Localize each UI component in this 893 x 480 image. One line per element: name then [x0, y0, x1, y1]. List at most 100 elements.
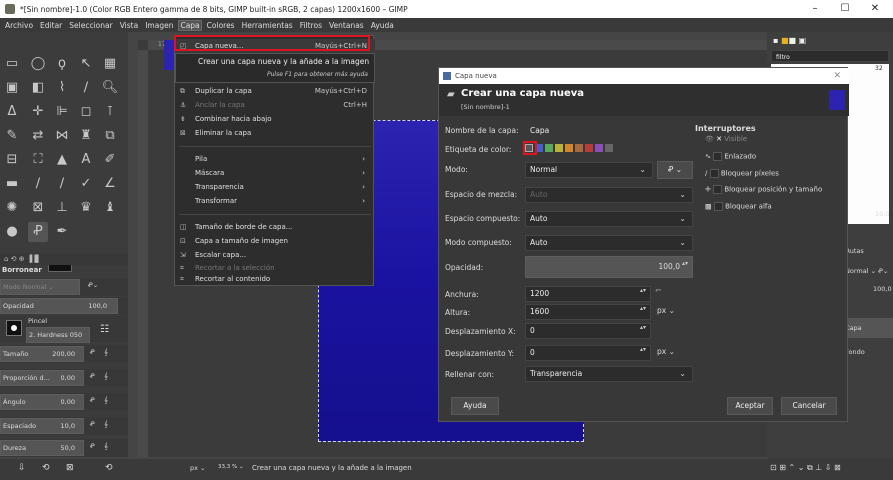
lock-pixels-switch[interactable]: ∕ Bloquear píxeles	[705, 169, 779, 178]
minimize-button[interactable]: –	[800, 0, 830, 18]
opacity-slider[interactable]: Opacidad 100,0	[0, 298, 118, 314]
heal-tool-icon[interactable]: ✺	[2, 198, 22, 218]
size-slider[interactable]: Tamaño 200,00	[0, 346, 84, 362]
reset-icon[interactable]: ⟲	[105, 463, 113, 473]
height-input[interactable]: 1600 ▴▾	[525, 304, 651, 320]
ellipse-select-icon[interactable]: ◯	[28, 54, 48, 74]
menu-item-transformar[interactable]: Transformar ›	[175, 194, 375, 208]
airbrush-icon[interactable]: ∕	[28, 174, 48, 194]
move-tool-icon[interactable]: ✛	[28, 102, 48, 122]
blend-space-select[interactable]: Auto ⌄	[525, 187, 693, 203]
visible-switch[interactable]: 👁︎ ✕ Visible	[705, 135, 747, 143]
menu-ventanas[interactable]: Ventanas	[328, 21, 365, 30]
width-input[interactable]: 1200 ▴▾	[525, 286, 651, 302]
size-reset-icon[interactable]: Ꝓ	[90, 348, 95, 356]
color-tag-violet[interactable]	[595, 143, 603, 152]
close-button[interactable]: ✕	[860, 0, 890, 18]
crop-tool-icon[interactable]: ▣	[2, 78, 22, 98]
color-tag-green[interactable]	[545, 143, 553, 152]
perspective-clone-icon[interactable]: ⊠	[28, 198, 48, 218]
handle-transform-icon[interactable]: ⛶	[28, 150, 48, 170]
menu-item-pila[interactable]: Pila ›	[175, 152, 375, 166]
size-link-icon[interactable]: 𝄞	[104, 348, 108, 357]
mypaint-brush-icon[interactable]: ✓	[76, 174, 96, 194]
mode-switch-button[interactable]: Ꝓ ⌄	[657, 161, 693, 179]
dodge-burn-icon[interactable]: ♛	[76, 198, 96, 218]
unit-select[interactable]: px ⌄	[190, 464, 206, 472]
color-tag-brown[interactable]	[575, 143, 583, 152]
maximize-button[interactable]: ☐	[830, 0, 860, 18]
menu-capa[interactable]: Capa	[178, 19, 202, 31]
composite-mode-select[interactable]: Auto ⌄	[525, 235, 693, 251]
layer-mode-field[interactable]: Normal ⌄ Ꝓ⌄	[845, 267, 888, 275]
offset-y-input[interactable]: 0 ▴▾	[525, 345, 651, 361]
color-select-icon[interactable]: ▦	[100, 54, 120, 74]
offset-x-input[interactable]: 0 ▴▾	[525, 323, 651, 339]
flip-tool-icon[interactable]: ⇄	[28, 126, 48, 146]
clear-icon[interactable]: ⊠	[66, 463, 74, 473]
aspect-slider[interactable]: Proporción d... 0,00	[0, 370, 84, 386]
blur-tool-icon[interactable]: ♝	[100, 198, 120, 218]
layer-actions[interactable]: ⊡ ⊞ ⌃ ⌄ ⧉ ⊥ ⇩ ⊠	[770, 463, 841, 473]
chain-link-icon[interactable]: ⌐	[655, 286, 662, 295]
linked-switch[interactable]: ∿ Enlazado	[705, 152, 756, 161]
offset-unit-select[interactable]: px ⌄	[657, 347, 675, 356]
hardness-slider[interactable]: Dureza 50,0	[0, 440, 84, 456]
brush-filter-input[interactable]: filtro	[771, 50, 889, 62]
angle-slider[interactable]: Ángulo 0,00	[0, 394, 84, 410]
menu-item-combinar[interactable]: ⇟ Combinar hacia abajo	[175, 112, 375, 126]
menu-ayuda[interactable]: Ayuda	[370, 21, 395, 30]
brush-edit-icon[interactable]: ☷	[100, 324, 109, 335]
redo-icon[interactable]: ⟲	[42, 463, 50, 473]
fuzzy-select-icon[interactable]: ↖	[76, 54, 96, 74]
help-button[interactable]: Ayuda	[451, 397, 499, 415]
pencil-icon[interactable]: ▬	[2, 174, 22, 194]
measure-tool-icon[interactable]: Δ	[2, 102, 22, 122]
hardness-link-icon[interactable]: 𝄞	[104, 442, 108, 451]
free-select-icon[interactable]: ϙ	[52, 54, 72, 74]
menu-item-duplicar[interactable]: ⧉ Duplicar la capa Mayús+Ctrl+D	[175, 84, 375, 98]
menu-colores[interactable]: Colores	[206, 21, 236, 30]
opacity-slider[interactable]: 100,0 ▴▾	[525, 256, 693, 278]
aspect-link-icon[interactable]: 𝄞	[104, 372, 108, 381]
spacing-reset-icon[interactable]: Ꝓ	[90, 420, 95, 428]
transform-3d-icon[interactable]: ⊟	[2, 150, 22, 170]
menu-filtros[interactable]: Filtros	[299, 21, 323, 30]
align-tool-icon[interactable]: ⊫	[52, 102, 72, 122]
menu-seleccionar[interactable]: Seleccionar	[68, 21, 113, 30]
smudge-active-icon[interactable]: Ꝓ	[28, 222, 48, 242]
menu-vista[interactable]: Vista	[119, 21, 140, 30]
layer-name-input[interactable]: Capa	[525, 123, 695, 139]
clone-tool-icon[interactable]: ∠	[100, 174, 120, 194]
menu-item-tamano-borde[interactable]: ◫ Tamaño de borde de capa...	[175, 220, 375, 234]
lock-position-switch[interactable]: ✛ Bloquear posición y tamaño	[705, 185, 822, 194]
layer-opacity-field[interactable]: 100,0	[873, 285, 892, 293]
paint-tool-icon[interactable]: ▲	[52, 150, 72, 170]
menu-archivo[interactable]: Archivo	[4, 21, 34, 30]
angle-reset-icon[interactable]: Ꝓ	[90, 396, 95, 404]
color-tag-yellow[interactable]	[555, 143, 563, 152]
spacing-link-icon[interactable]: 𝄞	[104, 420, 108, 429]
ok-button[interactable]: Aceptar	[727, 397, 773, 415]
mode-select[interactable]: Normal ⌄	[525, 162, 653, 178]
cancel-button[interactable]: Cancelar	[781, 397, 837, 415]
zoom-tool-icon[interactable]: 🔍︎	[100, 78, 120, 98]
menu-item-capa-tamano[interactable]: ⊡ Capa a tamaño de imagen	[175, 234, 375, 248]
menu-item-eliminar[interactable]: ⊠ Eliminar la capa	[175, 126, 375, 140]
droplet-icon[interactable]: ●	[2, 222, 22, 242]
brush-preview[interactable]	[6, 320, 22, 336]
size-unit-select[interactable]: px ⌄	[657, 306, 675, 315]
menu-imagen[interactable]: Imagen	[144, 21, 174, 30]
gradient-tool-icon[interactable]: ⧉	[100, 126, 120, 146]
perspective-tool-icon[interactable]: ✎	[2, 126, 22, 146]
menu-item-anclar[interactable]: ⚓ Anclar la capa Ctrl+H	[175, 98, 375, 112]
undo-icon[interactable]: ⇩	[18, 463, 26, 473]
rotate-tool-icon[interactable]: ◧	[28, 78, 48, 98]
menu-item-mascara[interactable]: Máscara ›	[175, 166, 375, 180]
rect-select-icon[interactable]: ▭	[2, 54, 22, 74]
paintbrush-icon[interactable]: ✐	[100, 150, 120, 170]
lock-alpha-switch[interactable]: ▩ Bloquear alfa	[705, 202, 772, 211]
color-picker-icon[interactable]: ✒	[52, 222, 72, 242]
smudge-tool-icon[interactable]: ⊥	[52, 198, 72, 218]
menu-item-recortar-sel[interactable]: ⌗ Recortar a la selección	[175, 262, 375, 274]
